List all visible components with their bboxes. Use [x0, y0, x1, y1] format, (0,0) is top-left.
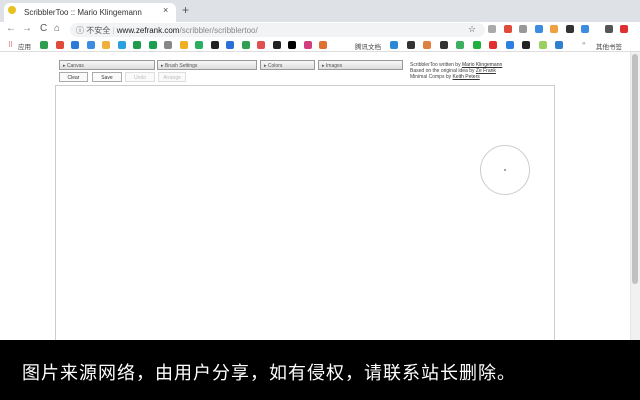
arrange-button[interactable]: Arrange: [158, 72, 186, 82]
extension-icon[interactable]: [620, 25, 628, 33]
bookmark-icon[interactable]: [55, 41, 64, 49]
panel-canvas[interactable]: ▸ Canvas: [59, 60, 155, 70]
credits: ScribblerToo written by Mario Klingemann…: [410, 62, 502, 80]
bookmark-icon[interactable]: [148, 41, 157, 49]
bookmark-icon[interactable]: [226, 41, 234, 49]
bookmark-icon[interactable]: [71, 41, 79, 49]
bookmark-icon[interactable]: [406, 41, 415, 49]
bookmark-icon[interactable]: [210, 41, 219, 49]
undo-button[interactable]: Undo: [125, 72, 155, 82]
forward-button[interactable]: →: [22, 23, 32, 34]
security-indicator[interactable]: ⓘ 不安全: [76, 26, 110, 35]
bookmark-icon[interactable]: [303, 41, 312, 49]
bookmark-icon[interactable]: [257, 41, 265, 49]
save-button[interactable]: Save: [92, 72, 122, 82]
extension-icon[interactable]: [534, 25, 543, 33]
panel-label: Colors: [267, 63, 283, 69]
panel-label: Images: [325, 63, 343, 69]
panel-colors[interactable]: ▸ Colors: [260, 60, 315, 70]
extension-icon[interactable]: [488, 25, 496, 33]
bookmark-icon[interactable]: [40, 41, 48, 49]
bookmarks-bar: ⠿ 应用 腾讯文档 » 其他书签: [0, 38, 640, 52]
bookmark-icon[interactable]: [133, 41, 141, 49]
star-icon[interactable]: ☆: [468, 24, 476, 35]
bookmark-icon[interactable]: [164, 41, 172, 49]
scrollbar-thumb[interactable]: [632, 54, 638, 284]
brush-center: [504, 169, 506, 171]
bookmark-icon[interactable]: [505, 41, 514, 49]
bookmark-icon[interactable]: [319, 41, 327, 49]
bookmark-icon[interactable]: [288, 41, 296, 49]
panel-label: Canvas: [66, 63, 84, 69]
bookmark-icon[interactable]: [423, 41, 431, 49]
keith-peters-link[interactable]: Keith Peters: [453, 74, 480, 80]
bookmark-icon[interactable]: [390, 41, 398, 49]
back-button[interactable]: ←: [6, 23, 16, 34]
panel-brush-settings[interactable]: ▸ Brush Settings: [157, 60, 257, 70]
tab-title: ScribblerToo :: Mario Klingemann: [24, 8, 142, 17]
clear-button[interactable]: Clear: [59, 72, 88, 82]
bookmark-icon[interactable]: [195, 41, 203, 49]
bookmark-icon[interactable]: [538, 41, 547, 49]
bookmark-icon[interactable]: [241, 41, 250, 49]
address-bar[interactable]: ⓘ 不安全 | www.zefrank.com/scribbler/scribb…: [70, 23, 485, 37]
bookmark-icon[interactable]: [489, 41, 497, 49]
bookmark-apps[interactable]: 应用: [18, 41, 31, 51]
bookmark-icon[interactable]: [555, 41, 563, 49]
credit-text: Minimal Comps by: [410, 74, 453, 80]
panel-label: Brush Settings: [164, 63, 198, 69]
bookmark-icon[interactable]: [439, 41, 448, 49]
close-tab-icon[interactable]: ×: [163, 5, 168, 15]
more-bookmarks[interactable]: »: [582, 40, 586, 47]
url-host: www.zefrank.com: [116, 26, 180, 35]
panel-images[interactable]: ▸ Images: [318, 60, 403, 70]
bookmark-icon[interactable]: [272, 41, 281, 49]
reload-button[interactable]: C: [40, 23, 47, 34]
other-bookmarks[interactable]: 其他书签: [596, 41, 622, 51]
bookmark-icon[interactable]: [179, 41, 188, 49]
apps-icon: ⠿: [8, 42, 14, 49]
bookmark-icon[interactable]: [102, 41, 110, 49]
watermark-banner: 图片来源网络，由用户分享，如有侵权，请联系站长删除。: [0, 340, 640, 400]
new-tab-button[interactable]: +: [182, 3, 189, 17]
bookmark-icon[interactable]: [86, 41, 95, 49]
extension-icon[interactable]: [503, 25, 512, 33]
extension-icon[interactable]: [604, 25, 613, 33]
browser-tab[interactable]: ScribblerToo :: Mario Klingemann: [4, 3, 176, 22]
home-button[interactable]: ⌂: [54, 23, 60, 34]
bookmark-icon[interactable]: [472, 41, 481, 49]
favicon-icon: [8, 6, 16, 14]
extension-icon[interactable]: [581, 25, 589, 33]
bookmark-icon[interactable]: [456, 41, 464, 49]
extension-icon[interactable]: [550, 25, 558, 33]
bookmark-tencent-docs[interactable]: 腾讯文档: [355, 41, 381, 51]
bookmark-icon[interactable]: [522, 41, 530, 49]
drawing-canvas[interactable]: [55, 85, 555, 345]
url-path: /scribbler/scribblertoo/: [179, 26, 258, 35]
banner-text: 图片来源网络，由用户分享，如有侵权，请联系站长删除。: [22, 363, 516, 383]
extension-icon[interactable]: [565, 25, 574, 33]
extension-icon[interactable]: [519, 25, 527, 33]
bookmark-icon[interactable]: [117, 41, 126, 49]
